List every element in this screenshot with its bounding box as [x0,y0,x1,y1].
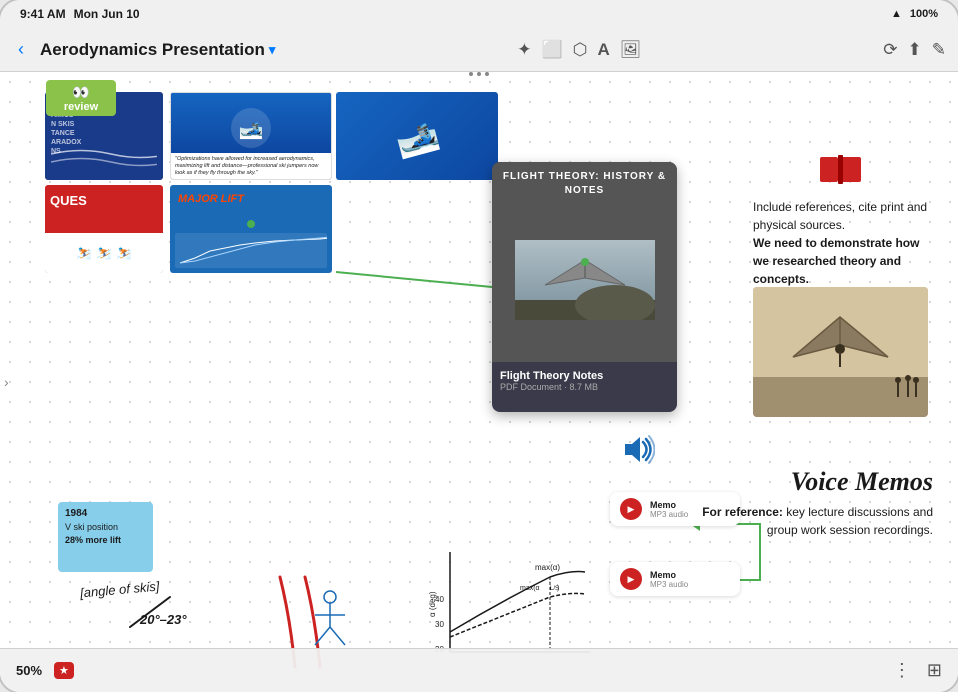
share-icon[interactable]: ⬆ [908,40,922,60]
slide-3[interactable]: 🎿 [336,92,498,180]
historical-photo [753,287,928,417]
slide-5-text: MAJOR LIFT [178,193,244,205]
reference-note: Include references, cite print and physi… [753,152,928,288]
flight-connector-dot [581,258,589,266]
flight-theory-card[interactable]: FLIGHT THEORY: HISTORY & NOTES [492,162,677,412]
slide-4[interactable]: QUES ⛷️ ⛷️ ⛷️ [45,185,163,273]
sticky-1984[interactable]: 1984 V ski position 28% more lift [58,502,153,572]
svg-text:max(α: max(α [520,585,540,592]
svg-text:30: 30 [435,620,444,629]
title-chevron[interactable]: ▾ [269,42,276,58]
voice-memos-title: Voice Memos [673,467,933,497]
zoom-label: 50% [16,663,42,678]
toolbar-icon-pen[interactable]: ✦ [517,40,531,60]
time-display: 9:41 AM [20,7,66,21]
slide-4-bottom: ⛷️ ⛷️ ⛷️ [45,233,163,273]
voice-memos-section: Voice Memos For reference: key lecture d… [673,467,933,539]
sticky-year: 1984 [65,507,146,521]
overflow-dot [477,72,481,76]
memo-1-play-button[interactable]: ▶ [620,498,642,520]
connector-dot [247,220,255,228]
sticky-lift: 28% more lift [65,534,146,547]
grid-icon[interactable]: ⊞ [927,660,942,681]
audio-icon [620,432,655,474]
memo-2-type: MP3 audio [650,580,730,589]
svg-text:40: 40 [435,595,444,604]
flight-theory-meta: PDF Document · 8.7 MB [500,382,669,392]
slide-1-decoration [51,142,157,172]
svg-text:): ) [557,585,559,592]
nav-bar: ‹ Aerodynamics Presentation ▾ ✦ ⬜ ⬡ A 🖼 … [0,28,958,72]
edit-icon[interactable]: ✎ [932,40,946,60]
flight-theory-label: Flight Theory Notes PDF Document · 8.7 M… [492,362,677,400]
status-bar: 9:41 AM Mon Jun 10 ▲ 100% [0,0,958,28]
voice-memos-text: For reference: key lecture discussions a… [673,503,933,539]
memo-2-play-button[interactable]: ▶ [620,568,642,590]
memo-2-info: Memo MP3 audio [650,570,730,589]
star-badge[interactable]: ★ [54,662,74,679]
overflow-dot [469,72,473,76]
reference-text: Include references, cite print and physi… [753,198,928,288]
toolbar-icon-image[interactable]: 🖼 [620,40,642,60]
slide-4-text: QUES [50,193,87,208]
toolbar-icon-media[interactable]: ⬡ [573,40,588,60]
sticky-position: V ski position [65,521,146,534]
review-label: review [64,101,98,113]
hierarchy-icon[interactable]: ⋮ [893,660,911,681]
history-icon[interactable]: ⟳ [883,40,897,60]
document-title: Aerodynamics Presentation [40,40,265,60]
slide-5[interactable]: MAJOR LIFT [170,185,332,273]
toolbar-icon-text[interactable]: A [598,40,610,60]
date-display: Mon Jun 10 [74,7,140,21]
slide-2[interactable]: 🎿 "Optimizations have allowed for increa… [170,92,332,180]
bottom-bar: 50% ★ ⋮ ⊞ [0,648,958,692]
flight-theory-title: FLIGHT THEORY: HISTORY & NOTES [492,170,677,198]
ipad-frame: 9:41 AM Mon Jun 10 ▲ 100% ‹ Aerodynamics… [0,0,958,692]
back-button[interactable]: ‹ [12,35,30,64]
voice-memos-bold: For reference: [702,505,783,519]
slide-2-quote: "Optimizations have allowed for increase… [175,156,318,176]
memo-2-label: Memo [650,570,730,580]
wifi-icon: ▲ [891,8,902,20]
battery-display: 100% [910,8,938,20]
svg-text:max(α): max(α) [535,563,560,572]
toolbar-icon-slides[interactable]: ⬜ [542,40,563,60]
angle-slash [120,592,180,632]
canvas-area: NS AMICS N SKIS TANCE ARADOX NS 👀 review [0,72,958,692]
review-sticky[interactable]: 👀 review [46,80,116,116]
edge-indicator: › [4,374,9,390]
flight-theory-image: FLIGHT THEORY: HISTORY & NOTES [492,162,677,362]
memo-2[interactable]: ▶ Memo MP3 audio [610,562,740,596]
flight-theory-file: Flight Theory Notes [500,370,669,382]
overflow-dot [485,72,489,76]
eyes-emoji: 👀 [72,84,89,101]
